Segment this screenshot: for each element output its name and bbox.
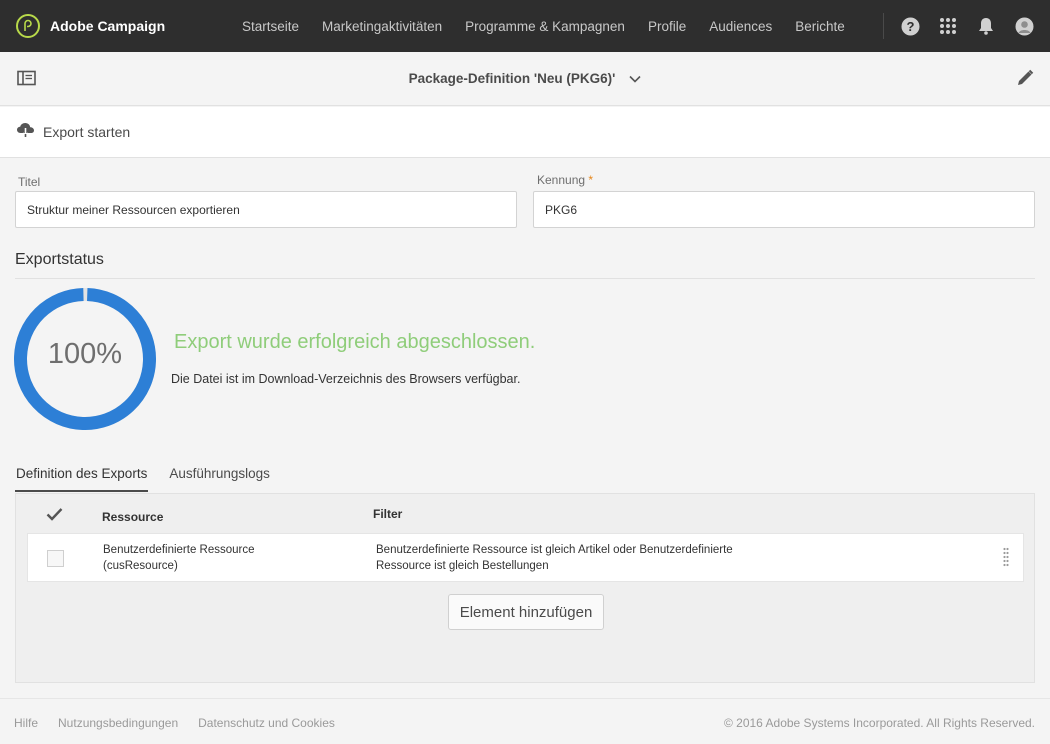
column-header-resource[interactable]: Ressource — [102, 510, 163, 524]
nav-item-reports[interactable]: Berichte — [795, 19, 845, 34]
help-icon[interactable]: ? — [900, 16, 920, 36]
export-start-button[interactable]: Export starten — [16, 122, 130, 143]
topbar-divider — [883, 13, 884, 39]
footer-link-terms[interactable]: Nutzungsbedingungen — [58, 716, 178, 730]
resource-cell: Benutzerdefinierte Ressource (cusResourc… — [103, 542, 255, 574]
id-input-value: PKG6 — [545, 202, 578, 217]
tab-export-definition[interactable]: Definition des Exports — [15, 466, 149, 492]
export-success-message: Export wurde erfolgreich abgeschlossen. — [174, 331, 536, 353]
page-title: Package-Definition 'Neu (PKG6)' — [408, 71, 616, 86]
footer: Hilfe Nutzungsbedingungen Datenschutz un… — [0, 698, 1050, 744]
add-element-button[interactable]: Element hinzufügen — [448, 594, 604, 630]
resource-name: Benutzerdefinierte Ressource — [103, 544, 255, 556]
tab-execution-logs[interactable]: Ausführungslogs — [168, 466, 271, 492]
title-input-value: Struktur meiner Ressourcen exportieren — [27, 202, 240, 217]
required-marker: * — [588, 173, 594, 187]
nav-item-home[interactable]: Startseite — [242, 19, 299, 34]
top-navigation-bar: Adobe Campaign Startseite Marketingaktiv… — [0, 0, 1050, 52]
filter-line-2: Ressource ist gleich Bestellungen — [376, 560, 549, 572]
id-input[interactable]: PKG6 — [533, 191, 1035, 228]
tab-bar: Definition des Exports Ausführungslogs — [15, 466, 291, 492]
footer-link-help[interactable]: Hilfe — [14, 716, 38, 730]
id-label: Kennung * — [537, 173, 593, 187]
title-input[interactable]: Struktur meiner Ressourcen exportieren — [15, 191, 517, 228]
export-location-message: Die Datei ist im Download-Verzeichnis de… — [171, 372, 521, 386]
filter-line-1: Benutzerdefinierte Ressource ist gleich … — [376, 544, 733, 556]
column-header-filter[interactable]: Filter — [373, 507, 402, 521]
export-status-title: Exportstatus — [15, 251, 104, 268]
page-title-container: Package-Definition 'Neu (PKG6)' — [0, 71, 1050, 86]
cloud-download-icon — [16, 122, 35, 143]
nav-item-programs-campaigns[interactable]: Programme & Kampagnen — [465, 19, 625, 34]
nav-item-profiles[interactable]: Profile — [648, 19, 686, 34]
nav-item-marketing-activities[interactable]: Marketingaktivitäten — [322, 19, 442, 34]
table-row[interactable]: Benutzerdefinierte Ressource (cusResourc… — [27, 533, 1024, 582]
app-name: Adobe Campaign — [50, 18, 166, 34]
section-divider — [15, 278, 1035, 279]
app-grid-icon[interactable] — [938, 16, 958, 36]
user-avatar-icon[interactable] — [1014, 16, 1034, 36]
drag-handle-icon[interactable] — [1003, 547, 1009, 572]
copyright: © 2016 Adobe Systems Incorporated. All R… — [723, 716, 1035, 730]
adobe-campaign-logo-icon — [16, 14, 40, 38]
footer-link-privacy[interactable]: Datenschutz und Cookies — [198, 716, 335, 730]
id-label-text: Kennung — [537, 173, 586, 187]
main-nav: Startseite Marketingaktivitäten Programm… — [226, 19, 868, 34]
title-label: Titel — [18, 175, 41, 189]
footer-links: Hilfe Nutzungsbedingungen Datenschutz un… — [14, 716, 355, 730]
chevron-down-icon[interactable] — [629, 71, 641, 86]
export-definition-panel: Ressource Filter Benutzerdefinierte Ress… — [15, 493, 1035, 683]
svg-text:?: ? — [906, 19, 914, 34]
progress-percent-label: 100% — [47, 338, 123, 370]
brand[interactable]: Adobe Campaign — [16, 14, 216, 38]
filter-cell: Benutzerdefinierte Ressource ist gleich … — [376, 542, 733, 574]
checkmark-icon[interactable] — [46, 507, 63, 526]
export-start-label: Export starten — [43, 124, 131, 140]
bell-icon[interactable] — [976, 16, 996, 36]
row-checkbox[interactable] — [47, 550, 64, 567]
resource-id: (cusResource) — [103, 560, 178, 572]
action-bar: Export starten — [0, 107, 1050, 158]
page-title-dropdown[interactable]: Package-Definition 'Neu (PKG6)' — [409, 71, 642, 86]
topbar-actions: ? — [883, 0, 1050, 52]
nav-item-audiences[interactable]: Audiences — [709, 19, 772, 34]
pencil-icon[interactable] — [1016, 69, 1034, 92]
page-header: Package-Definition 'Neu (PKG6)' — [0, 52, 1050, 106]
